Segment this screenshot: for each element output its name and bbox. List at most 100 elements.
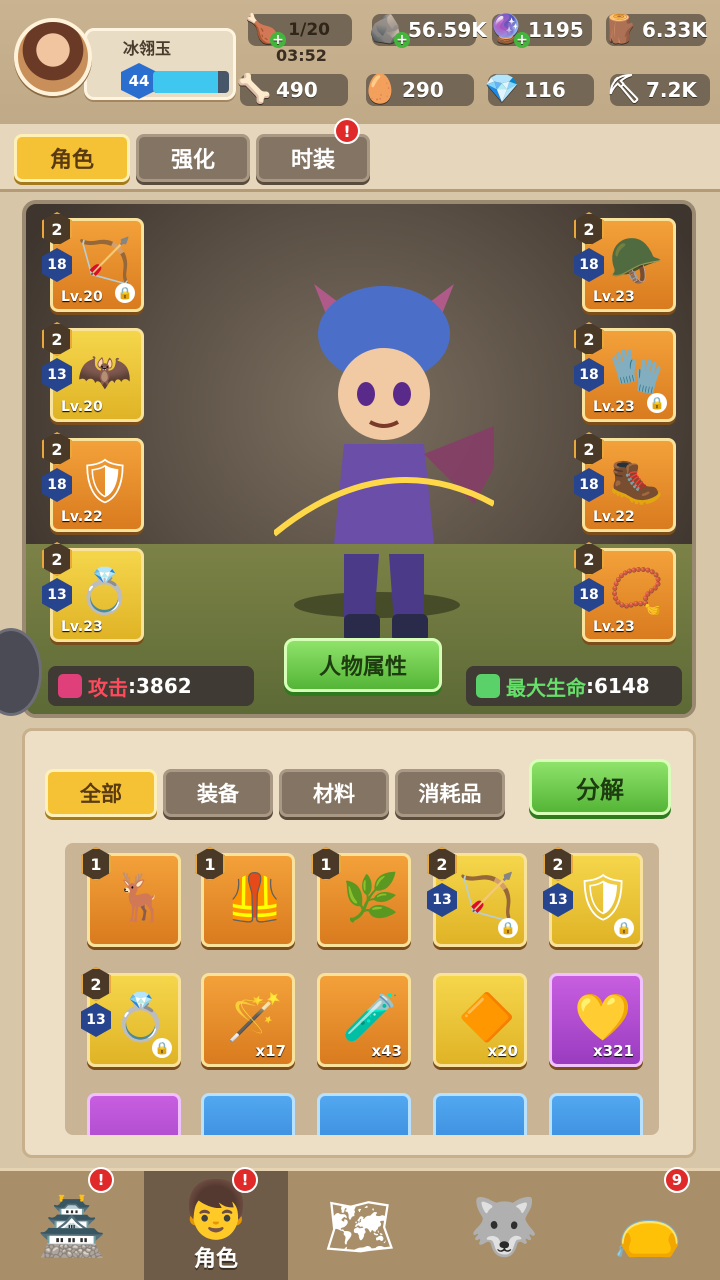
stamina-counter[interactable]: 🍗 + 1/20 bbox=[245, 12, 352, 48]
nav-alert-badge: ! bbox=[232, 1167, 258, 1193]
bone-icon: 🦴 bbox=[236, 71, 272, 105]
nav-wolf-pet[interactable]: 🐺 bbox=[432, 1171, 576, 1280]
player-xp-bar bbox=[153, 71, 229, 93]
helmet-icon: 🪖 bbox=[609, 236, 664, 287]
inventory-tab-consumables[interactable]: 消耗品 bbox=[395, 769, 505, 817]
inventory-item[interactable]: 🔶 x20 bbox=[433, 973, 527, 1067]
max-hp-label: 最大生命 bbox=[506, 675, 586, 700]
bow-icon: 🏹 bbox=[458, 870, 516, 924]
inventory-item[interactable]: 🧪 x43 bbox=[317, 973, 411, 1067]
orb-counter[interactable]: 🔮 + 1195 bbox=[489, 12, 592, 48]
gem-counter[interactable]: 💎 116 bbox=[485, 72, 594, 106]
stamina-value: 1/20 bbox=[288, 20, 330, 40]
necklace-icon: 📿 bbox=[609, 566, 664, 617]
bow-icon: 🏹 bbox=[77, 236, 132, 287]
equip-level: Lv.23 bbox=[593, 619, 635, 635]
loot-bag-icon: 👝 bbox=[613, 1195, 683, 1260]
golden-egg-icon: 🥚 bbox=[362, 71, 398, 105]
magic-staff-icon: 🪄 bbox=[226, 990, 284, 1044]
lock-icon: 🔒 bbox=[498, 918, 518, 938]
inventory-item[interactable]: 💛 x321 bbox=[549, 973, 643, 1067]
player-name-plate: 冰翎玉 44 bbox=[84, 28, 236, 100]
stone-counter[interactable]: 🪨 + 56.59K bbox=[369, 12, 487, 48]
attack-sword-icon bbox=[58, 674, 82, 698]
nav-loot-bag[interactable]: 👝 9 bbox=[576, 1167, 720, 1280]
inventory-item-partial[interactable] bbox=[549, 1093, 643, 1135]
gold-heart-icon: 💛 bbox=[574, 990, 632, 1044]
item-count: x17 bbox=[255, 1042, 286, 1060]
orb-value: 1195 bbox=[528, 18, 584, 42]
bone-value: 490 bbox=[276, 78, 318, 102]
tab-enhance[interactable]: 强化 bbox=[136, 134, 250, 182]
ore-value: 7.2K bbox=[646, 78, 697, 102]
gloves-icon: 🧤 bbox=[609, 346, 664, 397]
inventory-tab-materials[interactable]: 材料 bbox=[279, 769, 389, 817]
decompose-button[interactable]: 分解 bbox=[529, 759, 671, 815]
lock-icon: 🔒 bbox=[647, 393, 667, 413]
equip-level: Lv.20 bbox=[61, 399, 103, 415]
inventory-item-partial[interactable] bbox=[317, 1093, 411, 1135]
inventory-item-partial[interactable] bbox=[87, 1093, 181, 1135]
attack-stat: 攻击:3862 bbox=[48, 666, 254, 706]
attack-value: :3862 bbox=[128, 674, 192, 698]
blue-vest-icon: 🦺 bbox=[226, 870, 284, 924]
inventory-item-partial[interactable] bbox=[433, 1093, 527, 1135]
nav-alert-badge: ! bbox=[88, 1167, 114, 1193]
egg-value: 290 bbox=[402, 78, 444, 102]
bone-counter[interactable]: 🦴 490 bbox=[237, 72, 348, 106]
wolf-pet-icon: 🐺 bbox=[469, 1195, 539, 1260]
player-xp-fill bbox=[153, 71, 218, 93]
gem-value: 116 bbox=[524, 78, 566, 102]
equip-level: Lv.20 bbox=[61, 289, 103, 305]
tab-character[interactable]: 角色 bbox=[14, 134, 130, 182]
player-card[interactable]: 冰翎玉 44 bbox=[14, 18, 236, 100]
lock-icon: 🔒 bbox=[115, 283, 135, 303]
character-attributes-button[interactable]: 人物属性 bbox=[284, 638, 442, 692]
equip-level: Lv.23 bbox=[593, 289, 635, 305]
boots-icon: 🥾 bbox=[609, 456, 664, 507]
item-count: x321 bbox=[593, 1042, 634, 1060]
main-tab-bar: 角色 强化 时装 ! bbox=[0, 118, 720, 192]
nav-label: 角色 bbox=[193, 1247, 238, 1272]
lock-icon: 🔒 bbox=[152, 1038, 172, 1058]
inventory-tab-equipment[interactable]: 装备 bbox=[163, 769, 273, 817]
antler-crown-icon: 🦌 bbox=[112, 870, 170, 924]
nav-hero-face[interactable]: 👦 角色! bbox=[144, 1167, 288, 1280]
treasure-map-icon: 🗺 bbox=[324, 1195, 396, 1260]
blue-gem-icon: 💎 bbox=[484, 71, 520, 105]
player-name: 冰翎玉 bbox=[123, 39, 172, 58]
bottom-nav: 🏯! 👦 角色! 🗺 🐺 👝 9 bbox=[0, 1167, 720, 1280]
inventory-tab-all[interactable]: 全部 bbox=[45, 769, 157, 817]
ore-counter[interactable]: ⛏ 7.2K bbox=[606, 72, 710, 106]
egg-counter[interactable]: 🥚 290 bbox=[363, 72, 474, 106]
item-count: x20 bbox=[487, 1042, 518, 1060]
iron-ore-icon: ⛏ bbox=[606, 71, 642, 105]
player-avatar[interactable] bbox=[14, 18, 92, 96]
heart-icon bbox=[476, 674, 500, 698]
wood-counter[interactable]: 🪵 6.33K bbox=[603, 12, 707, 46]
nav-alert-badge: 9 bbox=[664, 1167, 690, 1193]
inventory-item-partial[interactable] bbox=[201, 1093, 295, 1135]
attack-label: 攻击 bbox=[88, 675, 128, 700]
character-stage: 攻击:3862 人物属性 最大生命:6148 🏹 Lv.20 🔒 2 18 🦇 Lv.20 2… bbox=[22, 200, 696, 718]
ring-icon: 💍 bbox=[77, 566, 132, 617]
hero-character[interactable] bbox=[274, 244, 494, 664]
add-stone-icon[interactable]: + bbox=[394, 32, 410, 48]
inventory-item[interactable]: 🪄 x17 bbox=[201, 973, 295, 1067]
add-orb-icon[interactable]: + bbox=[514, 32, 530, 48]
item-count: x43 bbox=[371, 1042, 402, 1060]
max-hp-value: :6148 bbox=[586, 674, 650, 698]
player-level-badge: 44 bbox=[121, 63, 157, 99]
leaf-vest-icon: 🌿 bbox=[342, 870, 400, 924]
max-hp-stat: 最大生命:6148 bbox=[466, 666, 682, 706]
potion-bottle-icon: 🧪 bbox=[342, 990, 400, 1044]
equip-level: Lv.22 bbox=[593, 509, 635, 525]
inventory-grid: 🦌 1 🦺 1 🌿 1 🏹 🔒 2 13 🛡 🔒 2 13 💍 🔒 2 13 🪄 x17 🧪 x43 🔶 x20 💛 x321 bbox=[65, 843, 659, 1135]
ring-icon: 💍 bbox=[112, 990, 170, 1044]
armor-icon: 🛡 bbox=[77, 456, 133, 507]
equip-level: Lv.23 bbox=[593, 399, 635, 415]
wood-value: 6.33K bbox=[642, 18, 707, 42]
nav-treasure-map[interactable]: 🗺 bbox=[288, 1171, 432, 1280]
equip-level: Lv.23 bbox=[61, 619, 103, 635]
nav-castle[interactable]: 🏯! bbox=[0, 1167, 144, 1280]
